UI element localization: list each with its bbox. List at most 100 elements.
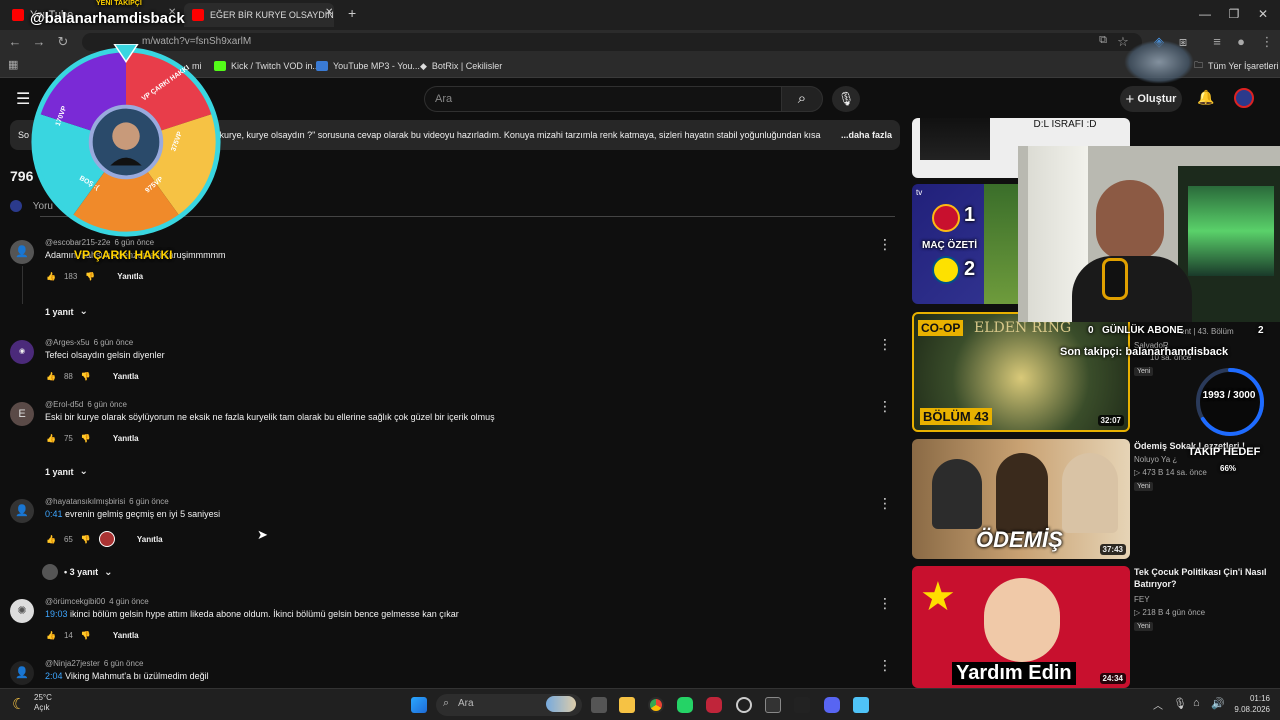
weather-widget[interactable]: 25°C Açık [34, 693, 52, 713]
like-icon[interactable]: 👍 [46, 631, 56, 640]
obs-icon[interactable] [736, 697, 752, 713]
avatar[interactable]: 👤 [10, 661, 34, 685]
bookmark-item[interactable]: YouTube MP3 - You... [316, 58, 420, 74]
bookmark-star-icon[interactable]: ☆ [1114, 34, 1132, 50]
whatsapp-icon[interactable] [677, 697, 693, 713]
minimize-icon[interactable]: — [1195, 5, 1215, 23]
reply-button[interactable]: Yanıtla [113, 631, 139, 640]
recommended-thumbnail[interactable]: CO-OP ELDEN RING BÖLÜM 43 32:07 [912, 312, 1130, 432]
network-icon[interactable]: ⌂ [1193, 697, 1200, 709]
more-actions-icon[interactable]: ⋮ [878, 495, 892, 512]
reply-button[interactable]: Yanıtla [113, 372, 139, 381]
comment-time[interactable]: 4 gün önce [109, 597, 149, 606]
create-button[interactable]: + Oluştur [1120, 86, 1182, 112]
dislike-icon[interactable]: 👎 [81, 631, 91, 640]
like-icon[interactable]: 👍 [46, 272, 56, 281]
terminal-icon[interactable] [765, 697, 781, 713]
avatar[interactable]: 👤 [10, 499, 34, 523]
thumbnail-person [1062, 453, 1118, 533]
more-actions-icon[interactable]: ⋮ [878, 595, 892, 612]
description-more-link[interactable]: ...daha fazla [841, 130, 892, 140]
comment-time[interactable]: 6 gün önce [104, 659, 144, 668]
notifications-bell-icon[interactable]: 🔔 [1197, 89, 1214, 106]
recommended-thumbnail[interactable]: ÖDEMİŞ 37:43 [912, 439, 1130, 559]
profile-icon[interactable]: ● [1232, 34, 1250, 49]
avatar[interactable]: ✺ [10, 599, 34, 623]
dislike-icon[interactable]: 👎 [81, 535, 91, 544]
avatar[interactable]: E [10, 402, 34, 426]
channel-name[interactable]: FEY [1134, 595, 1150, 604]
url-field[interactable]: m/watch?v=fsnSh9xarlM [82, 33, 1142, 51]
bookmark-label: BotRix | Cekilisler [431, 61, 503, 71]
video-title[interactable]: ent | 43. Bölüm [1180, 326, 1240, 338]
more-actions-icon[interactable]: ⋮ [878, 236, 892, 253]
comment-author[interactable]: @hayatansıkılmışbirisi [45, 497, 125, 506]
volume-icon[interactable]: 🔊 [1211, 697, 1225, 710]
reply-button[interactable]: Yanıtla [113, 434, 139, 443]
windows-start-icon[interactable] [411, 697, 427, 713]
apps-grid-icon[interactable]: ▦ [8, 58, 18, 71]
new-tab-icon[interactable]: + [348, 5, 356, 21]
comment-timestamp-link[interactable]: 0:41 [45, 509, 63, 519]
search-input[interactable]: Ara [424, 86, 782, 112]
taskbar-search[interactable]: ⌕ Ara [436, 694, 582, 716]
avatar[interactable]: ◉ [10, 340, 34, 364]
comment-author[interactable]: @Erol-d5d [45, 400, 83, 409]
reply-button[interactable]: Yanıtla [137, 535, 163, 544]
file-explorer-icon[interactable] [619, 697, 635, 713]
game-icon[interactable] [794, 697, 810, 713]
like-icon[interactable]: 👍 [46, 535, 56, 544]
more-actions-icon[interactable]: ⋮ [878, 336, 892, 353]
chrome-icon[interactable] [648, 697, 664, 713]
dislike-icon[interactable]: 👎 [81, 372, 91, 381]
bookmark-item[interactable]: Kick / Twitch VOD in... [214, 58, 320, 74]
cast-icon[interactable]: ⧉ [1094, 34, 1112, 47]
comment-time[interactable]: 6 gün önce [94, 338, 134, 347]
video-duration: 37:43 [1099, 544, 1126, 555]
all-bookmarks[interactable]: 🗀 Tüm Yer İşaretleri [1194, 58, 1279, 74]
tab-video[interactable]: EĞER BİR KURYE OLSAYDIN 🔊 [184, 3, 334, 27]
task-view-icon[interactable] [591, 697, 607, 713]
bookmark-item[interactable]: ◆ BotRix | Cekilisler [420, 58, 502, 74]
back-icon[interactable]: ← [6, 34, 24, 49]
replies-toggle[interactable]: 1 yanıt ⌄ [45, 306, 88, 317]
comment-timestamp-link[interactable]: 2:04 [45, 671, 63, 681]
notepad-icon[interactable] [853, 697, 869, 713]
chevron-up-icon[interactable]: ︿ [1153, 697, 1163, 712]
thumbnail-text: ELDEN RING [974, 320, 1072, 336]
media-control-icon[interactable]: ≡ [1208, 34, 1226, 49]
app-icon[interactable] [706, 697, 722, 713]
voice-search-button[interactable]: 🎙 [832, 86, 860, 112]
comment-author[interactable]: @Arges-x5u [45, 338, 90, 347]
mp3-icon [316, 61, 328, 71]
create-label: Oluştur [1137, 93, 1177, 105]
more-actions-icon[interactable]: ⋮ [878, 657, 892, 674]
like-icon[interactable]: 👍 [46, 372, 56, 381]
comment-time[interactable]: 6 gün önce [129, 497, 169, 506]
recommended-thumbnail[interactable]: ★ Yardım Edin 24:34 [912, 566, 1130, 688]
comment-author[interactable]: @örümcekgibi00 [45, 597, 105, 606]
comment-author[interactable]: @Ninja27jester [45, 659, 100, 668]
dislike-icon[interactable]: 👎 [81, 434, 91, 443]
more-actions-icon[interactable]: ⋮ [878, 398, 892, 415]
comment-time[interactable]: 6 gün önce [87, 400, 127, 409]
clock[interactable]: 01:16 9.08.2026 [1232, 693, 1270, 715]
dislike-icon[interactable]: 👎 [85, 272, 95, 281]
microphone-icon[interactable]: 🎙 [1173, 697, 1187, 710]
close-window-icon[interactable]: ✕ [1253, 5, 1273, 23]
discord-icon[interactable] [824, 697, 840, 713]
browser-menu-icon[interactable]: ⋮ [1258, 34, 1276, 50]
weather-moon-icon[interactable]: ☾ [12, 695, 25, 713]
reply-button[interactable]: Yanıtla [117, 272, 143, 281]
account-avatar[interactable] [1234, 88, 1254, 108]
search-button[interactable]: ⌕ [781, 86, 823, 112]
comment-timestamp-link[interactable]: 19:03 [45, 609, 68, 619]
video-title[interactable]: Tek Çocuk Politikası Çin'i Nasıl Batırıy… [1134, 566, 1274, 590]
maximize-icon[interactable]: ❐ [1224, 5, 1244, 23]
channel-name[interactable]: Noluyo Ya ¿ [1134, 455, 1177, 464]
avatar[interactable]: 👤 [10, 240, 34, 264]
close-tab-icon[interactable]: ✕ [325, 7, 333, 18]
replies-toggle[interactable]: 1 yanıt ⌄ [45, 466, 88, 477]
replies-toggle[interactable]: • 3 yanıt ⌄ [42, 564, 113, 580]
like-icon[interactable]: 👍 [46, 434, 56, 443]
